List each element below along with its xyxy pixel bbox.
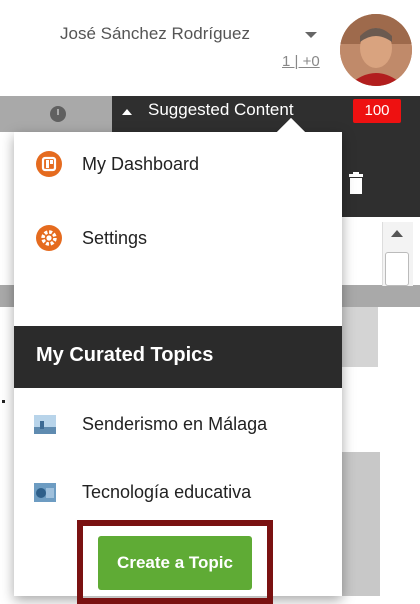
- menu-item-label: My Dashboard: [82, 154, 200, 174]
- suggested-count-badge: 100: [353, 99, 401, 123]
- cursor-marker: [2, 400, 5, 403]
- avatar[interactable]: [340, 14, 412, 86]
- menu-item-label: Settings: [82, 228, 148, 248]
- background-thumbnail: [342, 307, 378, 367]
- topic-item[interactable]: Tecnología educativa: [14, 468, 342, 518]
- chevron-down-icon[interactable]: [305, 32, 317, 38]
- menu-item-settings[interactable]: Settings: [14, 208, 342, 268]
- topic-label: Tecnología educativa: [82, 482, 252, 502]
- user-name[interactable]: José Sánchez Rodríguez: [60, 24, 250, 44]
- topic-thumbnail: [34, 415, 56, 434]
- caret-up-icon: [122, 109, 132, 115]
- highlight-annotation-box: [77, 520, 273, 604]
- suggested-content-tab[interactable]: Suggested Content: [148, 100, 294, 120]
- background-thumbnail: [342, 452, 380, 596]
- topic-item[interactable]: Senderismo en Málaga: [14, 400, 342, 450]
- trash-icon[interactable]: [348, 172, 364, 194]
- section-title: My Curated Topics: [36, 344, 214, 366]
- topic-thumbnail: [34, 483, 56, 502]
- scroll-up-icon[interactable]: [391, 230, 403, 237]
- user-stats-link[interactable]: 1 | +0: [282, 53, 320, 70]
- gear-icon: [36, 225, 62, 251]
- clock-icon[interactable]: [50, 106, 66, 122]
- scrollbar-thumb[interactable]: [385, 252, 409, 286]
- dashboard-icon: [36, 151, 62, 177]
- topic-label: Senderismo en Málaga: [82, 414, 268, 434]
- menu-item-dashboard[interactable]: My Dashboard: [14, 134, 342, 194]
- curated-topics-header: My Curated Topics: [14, 326, 342, 388]
